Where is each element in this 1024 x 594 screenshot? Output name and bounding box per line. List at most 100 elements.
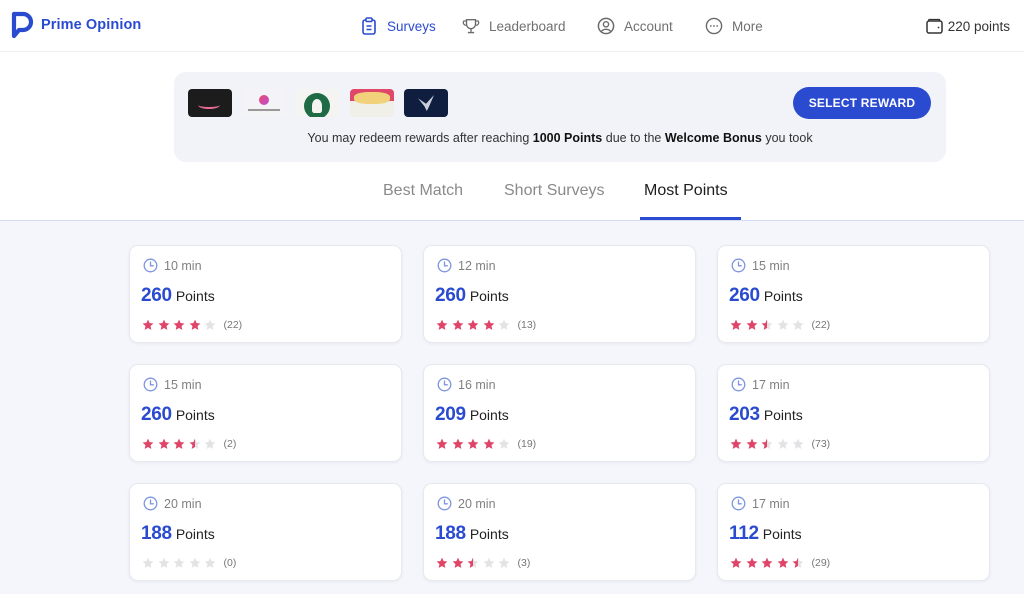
giftcard-list: [188, 89, 458, 117]
nav-item-account[interactable]: Account: [597, 0, 673, 52]
points-balance[interactable]: 220 points: [925, 0, 1010, 52]
redeem-note-text: you took: [761, 131, 813, 145]
star-icon: [792, 319, 804, 331]
brand-logo[interactable]: Prime Opinion: [11, 11, 141, 39]
rating-count: (13): [517, 319, 537, 331]
star-icon: [777, 557, 789, 569]
trophy-icon: [462, 19, 480, 34]
survey-duration: 15 min: [143, 377, 202, 392]
star-rating: (19): [436, 438, 536, 450]
survey-card[interactable]: 20 min 188 Points (3): [423, 483, 696, 581]
giftcard-apple[interactable]: [242, 89, 286, 117]
survey-card[interactable]: 12 min 260 Points (13): [423, 245, 696, 343]
star-icon: [436, 319, 448, 331]
giftcard-cinema[interactable]: [350, 89, 394, 117]
star-rating: (73): [730, 438, 830, 450]
star-icon: [158, 438, 170, 450]
clock-icon: [731, 377, 746, 392]
survey-grid: 10 min 260 Points (22) 12 min 260 Points (13) 15…: [0, 220, 1024, 594]
duration-text: 16 min: [458, 377, 496, 392]
redeem-note: You may redeem rewards after reaching 10…: [174, 131, 946, 145]
nav-item-leaderboard[interactable]: Leaderboard: [462, 0, 566, 52]
star-icon: [467, 557, 479, 569]
survey-card[interactable]: 17 min 112 Points (29): [717, 483, 990, 581]
clock-icon: [731, 258, 746, 273]
star-icon: [467, 319, 479, 331]
star-rating: (29): [730, 557, 830, 569]
survey-card[interactable]: 15 min 260 Points (22): [717, 245, 990, 343]
nav-item-more[interactable]: More: [705, 0, 763, 52]
top-header: Prime Opinion Surveys Leaderboard Accoun…: [0, 0, 1024, 52]
redeem-note-text: You may redeem rewards after reaching: [307, 131, 533, 145]
star-icon: [189, 319, 201, 331]
points-value: 188: [435, 523, 466, 544]
rating-count: (22): [811, 319, 831, 331]
nav-item-surveys[interactable]: Surveys: [360, 0, 436, 52]
survey-card[interactable]: 15 min 260 Points (2): [129, 364, 402, 462]
star-icon: [792, 557, 804, 569]
star-icon: [498, 438, 510, 450]
giftcard-starbucks[interactable]: [296, 89, 340, 117]
survey-duration: 17 min: [731, 377, 790, 392]
tab-most-points[interactable]: Most Points: [644, 182, 728, 200]
points-label: Points: [763, 288, 803, 304]
duration-text: 17 min: [752, 496, 790, 511]
clock-icon: [437, 496, 452, 511]
clock-icon: [437, 377, 452, 392]
survey-duration: 15 min: [731, 258, 790, 273]
points-value: 188: [141, 523, 172, 544]
star-icon: [730, 319, 742, 331]
points-value: 209: [435, 404, 466, 425]
survey-points: 209 Points: [435, 404, 509, 426]
star-icon: [730, 557, 742, 569]
welcome-bonus-text: Welcome Bonus: [664, 131, 762, 145]
points-label: Points: [763, 407, 803, 423]
star-icon: [761, 319, 773, 331]
rating-count: (3): [517, 557, 531, 569]
rating-count: (19): [517, 438, 537, 450]
survey-card[interactable]: 20 min 188 Points (0): [129, 483, 402, 581]
star-icon: [173, 438, 185, 450]
star-icon: [142, 319, 154, 331]
more-dots-icon: [705, 17, 723, 35]
reward-banner: SELECT REWARD You may redeem rewards aft…: [174, 72, 946, 162]
survey-points: 260 Points: [729, 285, 803, 307]
nav-label: Leaderboard: [489, 18, 566, 34]
points-value: 260: [729, 285, 760, 306]
duration-text: 17 min: [752, 377, 790, 392]
user-circle-icon: [597, 17, 615, 35]
star-rating: (13): [436, 319, 536, 331]
nav-label: Account: [624, 18, 673, 34]
survey-card[interactable]: 17 min 203 Points (73): [717, 364, 990, 462]
star-icon: [792, 438, 804, 450]
points-value: 112: [729, 523, 759, 544]
survey-points: 260 Points: [141, 285, 215, 307]
star-icon: [746, 319, 758, 331]
prime-opinion-logo-icon: [11, 11, 34, 39]
survey-card[interactable]: 16 min 209 Points (19): [423, 364, 696, 462]
star-icon: [483, 438, 495, 450]
giftcard-amazon[interactable]: [188, 89, 232, 117]
nav-label: More: [732, 18, 763, 34]
star-icon: [436, 438, 448, 450]
star-icon: [452, 557, 464, 569]
points-label: Points: [762, 526, 802, 542]
points-label: Points: [469, 288, 509, 304]
clock-icon: [437, 258, 452, 273]
rating-count: (29): [811, 557, 831, 569]
select-reward-button[interactable]: SELECT REWARD: [793, 87, 931, 119]
tab-short-surveys[interactable]: Short Surveys: [504, 182, 604, 200]
star-icon: [761, 438, 773, 450]
rating-count: (73): [811, 438, 831, 450]
star-icon: [730, 438, 742, 450]
points-label: Points: [469, 526, 509, 542]
star-icon: [777, 319, 789, 331]
star-icon: [189, 557, 201, 569]
points-label: Points: [175, 526, 215, 542]
star-icon: [746, 557, 758, 569]
survey-card[interactable]: 10 min 260 Points (22): [129, 245, 402, 343]
points-balance-text: 220 points: [947, 18, 1010, 34]
star-icon: [777, 438, 789, 450]
tab-best-match[interactable]: Best Match: [383, 182, 463, 200]
giftcard-american-eagle[interactable]: [404, 89, 448, 117]
